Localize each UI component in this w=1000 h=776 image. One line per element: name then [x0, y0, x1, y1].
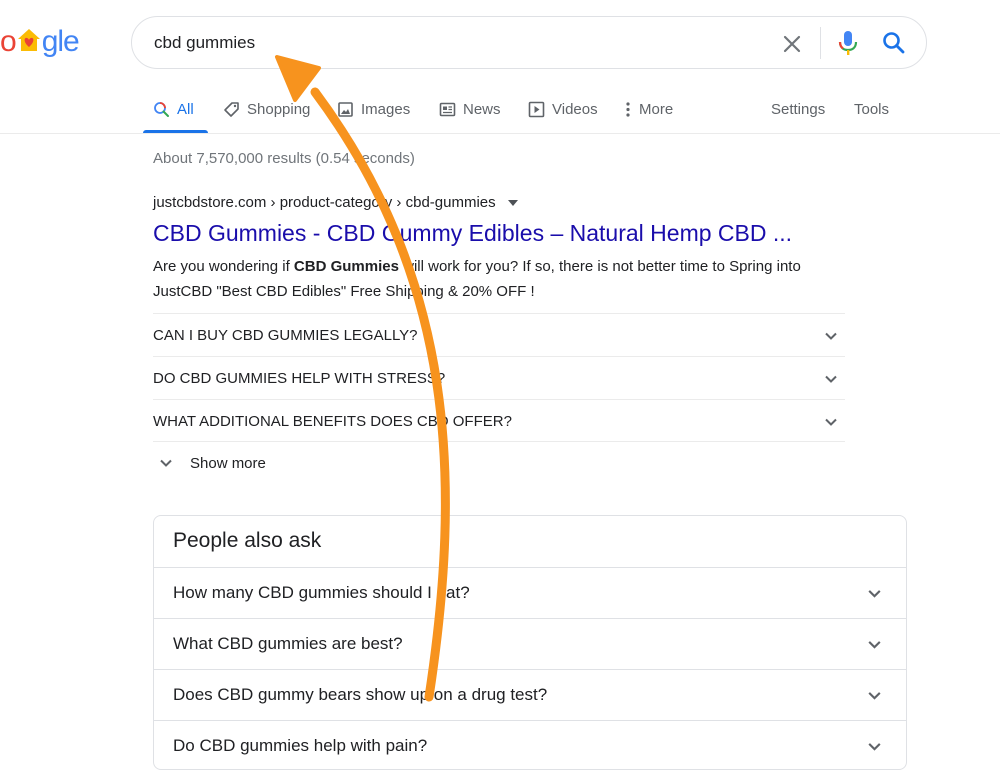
paa-question-text: Does CBD gummy bears show up on a drug t…: [173, 685, 548, 704]
tab-all[interactable]: All: [153, 98, 194, 120]
paa-question-text: What CBD gummies are best?: [173, 634, 403, 653]
search-icon: [883, 32, 905, 54]
chevron-down-icon: [868, 641, 881, 649]
close-icon: [783, 35, 801, 53]
voice-search-button[interactable]: [836, 28, 860, 58]
caret-down-icon[interactable]: [507, 199, 518, 206]
show-more-button[interactable]: Show more: [158, 452, 266, 474]
chevron-down-icon: [160, 459, 172, 467]
paa-question[interactable]: Do CBD gummies help with pain?: [154, 720, 906, 771]
tag-icon: [224, 101, 239, 117]
tab-settings[interactable]: Settings: [771, 98, 825, 120]
tab-more[interactable]: More: [624, 98, 673, 120]
logo-text-start: o: [0, 25, 17, 58]
house-heart-icon: [17, 27, 41, 53]
snippet-text: Are you wondering if: [153, 258, 294, 275]
search-divider: [820, 27, 821, 59]
tab-news[interactable]: News: [439, 98, 501, 120]
paa-question[interactable]: Does CBD gummy bears show up on a drug t…: [154, 669, 906, 720]
result-breadcrumb: justcbdstore.com › product-category › cb…: [153, 194, 496, 211]
clear-search-button[interactable]: [778, 30, 806, 58]
faq-divider: [153, 441, 845, 442]
faq-question: WHAT ADDITIONAL BENEFITS DOES CBD OFFER?: [153, 413, 512, 430]
chevron-down-icon: [825, 375, 837, 383]
tab-images[interactable]: Images: [337, 98, 410, 120]
chevron-down-icon: [825, 332, 837, 340]
logo-text-end: gle: [41, 25, 80, 59]
active-tab-indicator: [143, 130, 208, 133]
chevron-down-icon: [868, 692, 881, 700]
site-logo[interactable]: o gle: [0, 22, 80, 62]
result-snippet: Are you wondering if CBD Gummies will wo…: [153, 254, 853, 304]
newspaper-icon: [439, 102, 456, 116]
result-stats: About 7,570,000 results (0.54 seconds): [153, 150, 415, 167]
show-more-label: Show more: [190, 454, 266, 472]
faq-item[interactable]: WHAT ADDITIONAL BENEFITS DOES CBD OFFER?: [153, 399, 845, 442]
result-url: justcbdstore.com › product-category › cb…: [153, 194, 518, 211]
tab-label: More: [639, 100, 674, 118]
tab-label: Images: [361, 100, 411, 118]
faq-item[interactable]: DO CBD GUMMIES HELP WITH STRESS?: [153, 356, 845, 399]
paa-question-text: Do CBD gummies help with pain?: [173, 736, 428, 755]
chevron-down-icon: [868, 743, 881, 751]
tab-label: News: [463, 100, 501, 118]
more-vertical-icon: [626, 101, 630, 117]
search-bar: [131, 16, 927, 69]
paa-question[interactable]: What CBD gummies are best?: [154, 618, 906, 669]
tab-label: Videos: [552, 100, 598, 118]
snippet-highlight: CBD Gummies: [293, 258, 399, 275]
tab-label: Shopping: [247, 100, 311, 118]
search-tabs: All Shopping Images News Videos More Set…: [0, 88, 1000, 134]
tab-tools[interactable]: Tools: [854, 98, 889, 120]
search-icon: [154, 101, 169, 117]
chevron-down-icon: [825, 418, 837, 426]
search-input[interactable]: [154, 31, 754, 55]
faq-question: CAN I BUY CBD GUMMIES LEGALLY?: [153, 327, 418, 344]
search-button[interactable]: [880, 29, 908, 57]
paa-question-text: How many CBD gummies should I eat?: [173, 583, 470, 602]
faq-item[interactable]: CAN I BUY CBD GUMMIES LEGALLY?: [153, 313, 845, 356]
tab-videos[interactable]: Videos: [528, 98, 598, 120]
paa-question[interactable]: How many CBD gummies should I eat?: [154, 567, 906, 618]
play-icon: [528, 101, 545, 117]
tab-label: All: [177, 100, 194, 118]
chevron-down-icon: [868, 590, 881, 598]
people-also-ask: People also ask How many CBD gummies sho…: [153, 515, 907, 770]
image-icon: [338, 101, 353, 117]
faq-question: DO CBD GUMMIES HELP WITH STRESS?: [153, 370, 446, 387]
microphone-icon: [838, 31, 858, 55]
paa-title: People also ask: [173, 529, 322, 552]
logo-letters: gle: [41, 25, 80, 58]
tab-shopping[interactable]: Shopping: [223, 98, 310, 120]
result-title-link[interactable]: CBD Gummies - CBD Gummy Edibles – Natura…: [153, 220, 792, 247]
